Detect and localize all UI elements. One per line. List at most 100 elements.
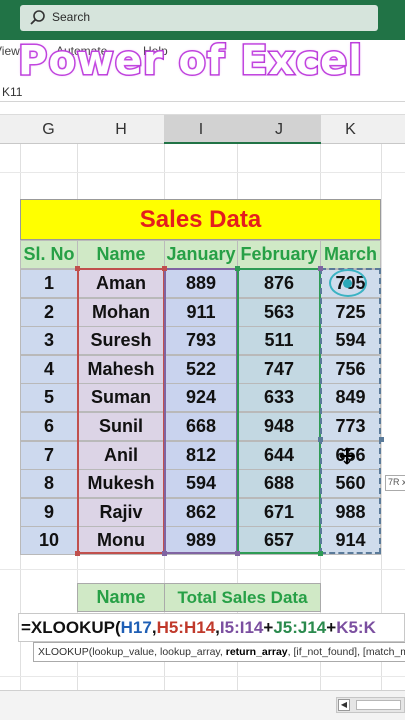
range-handle[interactable] <box>235 551 240 556</box>
cell-name[interactable]: Mahesh <box>77 354 165 384</box>
function-signature-tooltip[interactable]: XLOOKUP(lookup_value, lookup_array, retu… <box>33 642 405 662</box>
gridline <box>0 172 405 173</box>
range-handle[interactable] <box>318 551 323 556</box>
cell-january[interactable]: 862 <box>164 497 238 527</box>
cell-name[interactable]: Suman <box>77 383 165 413</box>
hint-prefix: XLOOKUP(lookup_value, lookup_array, <box>38 646 226 658</box>
column-header-j[interactable]: J <box>237 121 321 139</box>
lookup-total-header[interactable]: Total Sales Data <box>164 583 321 612</box>
cell-march[interactable]: 594 <box>320 326 381 356</box>
name-box[interactable]: K11 <box>0 82 405 102</box>
cell-january[interactable]: 812 <box>164 440 238 470</box>
cell-january[interactable]: 911 <box>164 297 238 327</box>
header-january[interactable]: January <box>164 240 238 269</box>
click-indicator-dot <box>343 279 352 288</box>
hint-suffix: , [if_not_found], [match_mode], [search_… <box>287 646 405 658</box>
tab-view[interactable]: View <box>0 44 20 58</box>
cell-january[interactable]: 793 <box>164 326 238 356</box>
move-cursor-icon <box>339 447 355 465</box>
cell-sl-no[interactable]: 3 <box>20 326 78 356</box>
cell-sl-no[interactable]: 4 <box>20 354 78 384</box>
cell-march[interactable]: 988 <box>320 497 381 527</box>
header-sl-no[interactable]: Sl. No <box>20 240 78 269</box>
sales-data-title[interactable]: Sales Data <box>20 199 381 240</box>
cell-name[interactable]: Mukesh <box>77 469 165 499</box>
column-headers: G H I J K <box>0 114 405 144</box>
header-march[interactable]: March <box>320 240 381 269</box>
cell-sl-no[interactable]: 7 <box>20 440 78 470</box>
cell-january[interactable]: 668 <box>164 412 238 441</box>
cell-march[interactable]: 756 <box>320 354 381 384</box>
cell-february[interactable]: 688 <box>237 469 321 499</box>
status-bar: ◀ <box>0 690 405 720</box>
lookup-name-header[interactable]: Name <box>77 583 165 612</box>
cell-sl-no[interactable]: 1 <box>20 269 78 298</box>
header-name[interactable]: Name <box>77 240 165 269</box>
cell-february[interactable]: 511 <box>237 326 321 356</box>
range-handle[interactable] <box>318 437 323 442</box>
cell-name[interactable]: Sunil <box>77 412 165 441</box>
cell-january[interactable]: 924 <box>164 383 238 413</box>
column-header-k[interactable]: K <box>320 121 381 139</box>
formula-prefix: =XLOOKUP( <box>21 618 121 637</box>
cell-february[interactable]: 747 <box>237 354 321 384</box>
cell-march[interactable]: 914 <box>320 526 381 556</box>
gridline <box>0 676 405 677</box>
search-placeholder: Search <box>52 10 91 24</box>
formula-arg-jan-range: I5:I14 <box>219 618 264 637</box>
gridline <box>381 144 382 690</box>
formula-input[interactable]: =XLOOKUP(H17,H5:H14,I5:I14+J5:J14+K5:K <box>18 613 405 642</box>
range-handle[interactable] <box>318 266 323 271</box>
cell-sl-no[interactable]: 8 <box>20 469 78 499</box>
formula-arg-mar-range: K5:K <box>336 618 376 637</box>
cell-february[interactable]: 563 <box>237 297 321 327</box>
cell-name[interactable]: Anil <box>77 440 165 470</box>
cell-sl-no[interactable]: 10 <box>20 526 78 556</box>
range-handle[interactable] <box>75 266 80 271</box>
cell-february[interactable]: 657 <box>237 526 321 556</box>
cell-march[interactable]: 849 <box>320 383 381 413</box>
header-february[interactable]: February <box>237 240 321 269</box>
search-box[interactable]: Search <box>20 5 378 31</box>
cell-name[interactable]: Aman <box>77 269 165 298</box>
range-handle[interactable] <box>162 266 167 271</box>
range-handle[interactable] <box>162 551 167 556</box>
cell-name[interactable]: Rajiv <box>77 497 165 527</box>
cell-sl-no[interactable]: 2 <box>20 297 78 327</box>
cell-january[interactable]: 522 <box>164 354 238 384</box>
cell-february[interactable]: 671 <box>237 497 321 527</box>
cell-march[interactable]: 725 <box>320 297 381 327</box>
scroll-left-arrow-icon[interactable]: ◀ <box>338 699 350 711</box>
column-header-g[interactable]: G <box>20 121 77 139</box>
title-bar: Search <box>0 0 405 40</box>
cell-february[interactable]: 948 <box>237 412 321 441</box>
cell-name[interactable]: Monu <box>77 526 165 556</box>
formula-plus: + <box>326 618 337 637</box>
column-header-i[interactable]: I <box>164 121 238 139</box>
cell-sl-no[interactable]: 5 <box>20 383 78 413</box>
cell-name[interactable]: Suresh <box>77 326 165 356</box>
scrollbar-thumb[interactable] <box>356 700 401 710</box>
selection-size-tooltip: 7R x <box>385 475 405 491</box>
range-handle[interactable] <box>75 551 80 556</box>
cell-name[interactable]: Mohan <box>77 297 165 327</box>
gridline <box>0 569 405 570</box>
hint-current-arg: return_array <box>225 646 288 658</box>
cell-february[interactable]: 876 <box>237 269 321 298</box>
cell-march[interactable]: 773 <box>320 412 381 441</box>
cell-january[interactable]: 889 <box>164 269 238 298</box>
formula-arg-feb-range: J5:J14 <box>273 618 327 637</box>
cell-march[interactable]: 560 <box>320 469 381 499</box>
range-handle[interactable] <box>379 437 384 442</box>
cell-sl-no[interactable]: 6 <box>20 412 78 441</box>
range-handle[interactable] <box>235 266 240 271</box>
cell-january[interactable]: 594 <box>164 469 238 499</box>
cell-sl-no[interactable]: 9 <box>20 497 78 527</box>
formula-arg-lookup-array: H5:H14 <box>156 618 216 637</box>
search-icon <box>30 10 45 25</box>
cell-january[interactable]: 989 <box>164 526 238 556</box>
cell-february[interactable]: 644 <box>237 440 321 470</box>
name-box-value: K11 <box>2 85 23 99</box>
cell-february[interactable]: 633 <box>237 383 321 413</box>
column-header-h[interactable]: H <box>77 121 165 139</box>
